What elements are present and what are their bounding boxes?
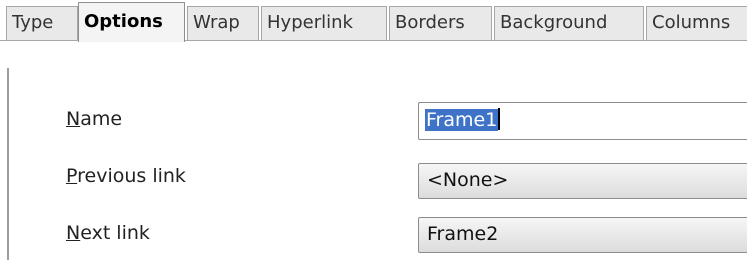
previous-link-label: Previous link <box>66 165 186 187</box>
tab-options[interactable]: Options <box>78 2 185 42</box>
next-link-label-mnemonic: N <box>66 222 81 244</box>
name-label: Name <box>66 108 122 130</box>
tab-background[interactable]: Background <box>494 6 644 40</box>
previous-link-selected-value: <None> <box>427 169 509 191</box>
text-cursor <box>498 108 501 130</box>
previous-link-label-text: revious link <box>77 165 186 187</box>
tab-strip: Type Options Wrap Hyperlink Borders Back… <box>0 0 747 46</box>
panel-left-border <box>7 68 9 260</box>
name-input[interactable]: Frame1 <box>418 102 747 140</box>
next-link-selected-value: Frame2 <box>427 223 499 245</box>
tab-columns[interactable]: Columns <box>646 6 747 40</box>
tab-wrap[interactable]: Wrap <box>187 6 259 40</box>
name-input-selected-text: Frame1 <box>425 109 499 131</box>
name-label-mnemonic: N <box>66 108 81 130</box>
tab-type[interactable]: Type <box>6 6 78 40</box>
name-label-text: ame <box>80 108 123 130</box>
tab-hyperlink[interactable]: Hyperlink <box>261 6 387 40</box>
tab-borders[interactable]: Borders <box>389 6 492 40</box>
previous-link-label-mnemonic: P <box>66 165 78 187</box>
previous-link-dropdown[interactable]: <None> <box>418 163 747 199</box>
next-link-dropdown[interactable]: Frame2 <box>418 217 747 253</box>
next-link-label: Next link <box>66 222 150 244</box>
next-link-label-text: ext link <box>80 222 150 244</box>
